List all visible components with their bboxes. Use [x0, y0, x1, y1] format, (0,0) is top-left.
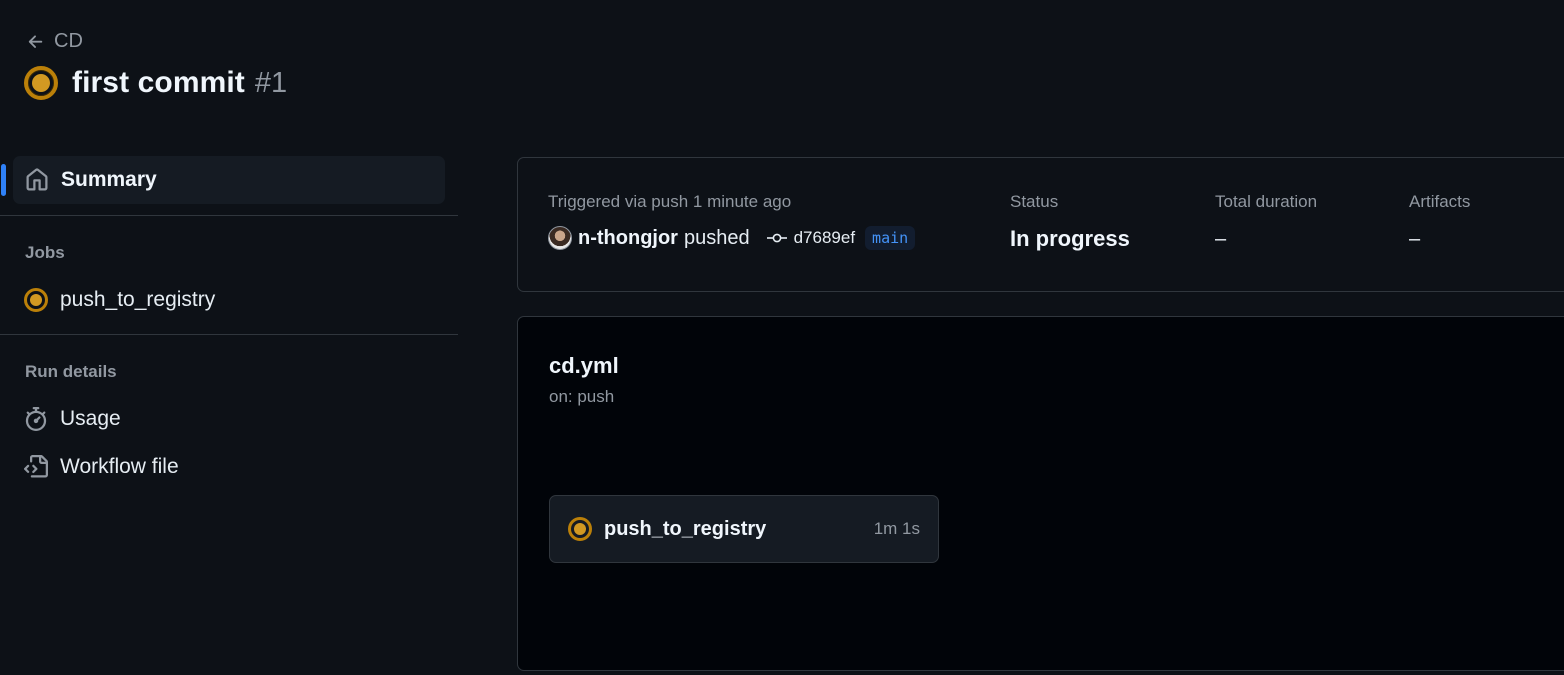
- duration-value: –: [1215, 228, 1227, 250]
- in-progress-status-icon: [568, 517, 592, 541]
- home-icon: [26, 168, 48, 191]
- status-value: In progress: [1010, 226, 1130, 251]
- status-column: Status In progress: [1010, 192, 1130, 252]
- job-elapsed: 1m 1s: [873, 519, 920, 538]
- job-name: push_to_registry: [604, 517, 767, 540]
- sidebar-item-label: Workflow file: [60, 455, 179, 478]
- sidebar: Summary Jobs push_to_registry Run detail…: [0, 156, 458, 489]
- trigger-text: Triggered via push 1 minute ago: [548, 192, 792, 211]
- action-text: pushed: [683, 226, 750, 249]
- branch-label[interactable]: main: [865, 226, 916, 250]
- git-commit-icon: [766, 233, 787, 243]
- stopwatch-icon: [25, 407, 47, 431]
- run-title-row: first commit #1: [24, 66, 287, 100]
- run-summary-card: Triggered via push 1 minute ago n-thongj…: [517, 157, 1564, 292]
- in-progress-status-icon: [24, 66, 58, 100]
- run-number: #1: [254, 66, 288, 99]
- sidebar-item-usage[interactable]: Usage: [0, 397, 458, 441]
- sidebar-item-label: Usage: [60, 407, 121, 430]
- sidebar-item-job[interactable]: push_to_registry: [0, 278, 458, 322]
- run-details-heading: Run details: [25, 362, 117, 381]
- jobs-heading: Jobs: [25, 243, 65, 262]
- duration-column: Total duration –: [1215, 192, 1317, 251]
- actor-link[interactable]: n-thongjor: [578, 227, 678, 250]
- active-indicator: [1, 164, 6, 196]
- trigger-row: n-thongjor pushed d7689ef main: [548, 226, 916, 250]
- artifacts-label: Artifacts: [1409, 192, 1471, 211]
- artifacts-value: –: [1409, 228, 1421, 250]
- back-link[interactable]: CD: [26, 30, 83, 53]
- sidebar-item-label: Summary: [61, 168, 157, 191]
- workflow-trigger: on: push: [549, 387, 615, 406]
- artifacts-column: Artifacts –: [1409, 192, 1470, 251]
- job-node[interactable]: push_to_registry 1m 1s: [549, 495, 939, 563]
- status-label: Status: [1010, 192, 1059, 211]
- arrow-left-icon: [28, 34, 43, 48]
- avatar[interactable]: [548, 226, 572, 250]
- divider: [0, 334, 458, 335]
- divider: [0, 215, 458, 216]
- trigger-column: Triggered via push 1 minute ago n-thongj…: [548, 192, 916, 250]
- duration-label: Total duration: [1215, 192, 1318, 211]
- page-title: first commit: [72, 66, 245, 99]
- workflow-graph-card: cd.yml on: push push_to_registry 1m 1s: [517, 316, 1564, 671]
- file-code-icon: [24, 455, 48, 478]
- sidebar-item-workflow-file[interactable]: Workflow file: [0, 445, 458, 489]
- sidebar-item-summary[interactable]: Summary: [1, 156, 445, 204]
- commit-sha-link[interactable]: d7689ef: [794, 228, 855, 248]
- back-link-label: CD: [54, 30, 83, 52]
- in-progress-status-icon: [24, 288, 48, 312]
- sidebar-item-label: push_to_registry: [60, 288, 216, 311]
- workflow-file-name: cd.yml: [549, 353, 619, 378]
